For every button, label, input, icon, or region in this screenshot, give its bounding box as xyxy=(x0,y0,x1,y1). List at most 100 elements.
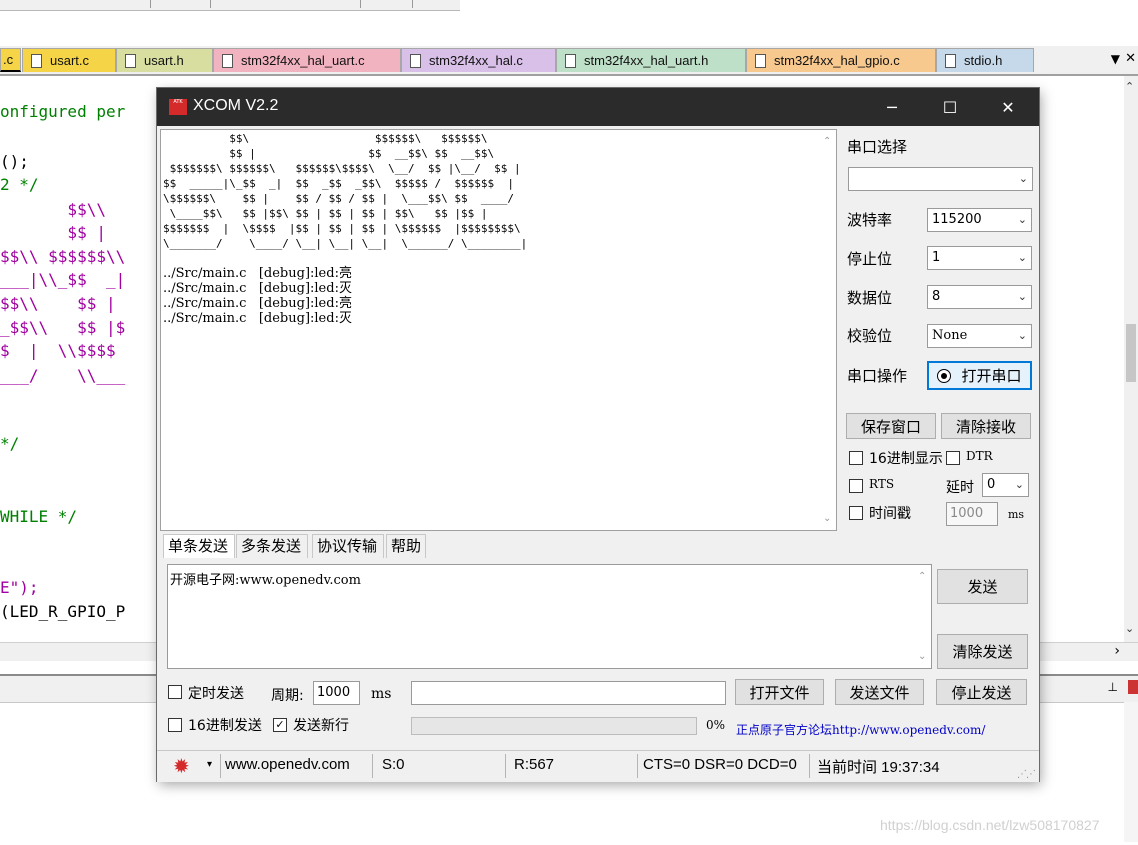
port-select[interactable]: ⌄ xyxy=(848,167,1033,191)
ide-tab[interactable]: stm32f4xx_hal_gpio.c xyxy=(746,48,936,72)
code-line: _$$\\ $$ |$ xyxy=(0,318,126,337)
timed-send-checkbox[interactable]: ✓ xyxy=(168,685,182,699)
scroll-up-arrow-icon[interactable]: ⌃ xyxy=(918,571,926,582)
baud-rate-label: 波特率 xyxy=(847,211,893,229)
resize-grip-icon[interactable]: ⋰⋰ xyxy=(1017,769,1036,780)
clear-receive-button[interactable]: 清除接收 xyxy=(941,413,1031,439)
ide-tab[interactable]: .c xyxy=(0,48,21,72)
send-button[interactable]: 发送 xyxy=(937,569,1028,604)
file-icon xyxy=(565,53,576,68)
timestamp-label: 时间戳 xyxy=(869,506,911,522)
parity-label: 校验位 xyxy=(847,327,893,345)
radio-indicator-icon xyxy=(937,368,952,383)
ide-tab[interactable]: stm32f4xx_hal.c xyxy=(401,48,556,72)
timestamp-checkbox[interactable]: ✓ xyxy=(849,506,863,520)
file-icon xyxy=(755,53,766,68)
scroll-right-arrow-icon[interactable]: › xyxy=(1114,643,1120,659)
hex-display-checkbox[interactable]: ✓ xyxy=(849,451,863,465)
code-line: ___|\\_$$ _| xyxy=(0,270,126,289)
close-icon[interactable] xyxy=(1128,680,1138,694)
ascii-art-line: $$ _____|\_$$ _| $$ _$$ _$$\ $$$$$ / $$$… xyxy=(163,177,514,190)
scroll-up-arrow-icon[interactable]: ⌃ xyxy=(1125,80,1134,93)
chevron-down-icon: ⌄ xyxy=(1014,478,1024,491)
ide-tab[interactable]: usart.h xyxy=(116,48,213,72)
hex-display-label: 16进制显示 xyxy=(869,451,943,467)
ide-tab[interactable]: usart.c xyxy=(22,48,116,72)
tab-protocol[interactable]: 协议传输 xyxy=(312,534,384,558)
gear-icon[interactable]: ✹ xyxy=(173,754,190,778)
baud-rate-select[interactable]: 115200 ⌄ xyxy=(927,208,1032,232)
scroll-down-arrow-icon[interactable]: ⌄ xyxy=(1125,622,1134,635)
scrollbar-thumb[interactable] xyxy=(1126,324,1136,382)
send-newline-checkbox[interactable]: ✓ xyxy=(273,718,287,732)
forum-link[interactable]: 正点原子官方论坛http://www.openedv.com/ xyxy=(736,721,985,738)
stop-bits-value: 1 xyxy=(932,250,941,265)
code-editor[interactable]: onfigured per (); 2 */ $$\\ $$ | $$\\ $$… xyxy=(0,76,157,642)
tab-single-send[interactable]: 单条发送 xyxy=(163,534,235,558)
tab-multi-send[interactable]: 多条发送 xyxy=(236,534,308,558)
output-panel-scrollbar[interactable] xyxy=(1124,702,1138,842)
delay-select[interactable]: 0 ⌄ xyxy=(982,473,1029,497)
chevron-down-icon[interactable]: ▾ xyxy=(207,759,212,770)
tab-label: 协议传输 xyxy=(317,537,378,555)
tab-label: 单条发送 xyxy=(168,537,229,555)
send-newline-label: 发送新行 xyxy=(293,718,349,734)
open-port-button[interactable]: 打开串口 xyxy=(927,361,1032,390)
window-titlebar[interactable]: ATK XCOM V2.2 ─ ☐ ✕ xyxy=(157,88,1039,126)
ascii-art-line: $$$$$$$\ $$$$$$\ $$$$$$\$$$$\ \__/ $$ |\… xyxy=(163,162,521,175)
period-label: 周期: xyxy=(271,688,304,704)
status-bar: ✹ ▾ www.openedv.com S:0 R:567 CTS=0 DSR=… xyxy=(157,750,1039,782)
stop-send-label: 停止发送 xyxy=(951,683,1012,702)
ide-tab-label: stm32f4xx_hal.c xyxy=(429,53,523,68)
parity-select[interactable]: None ⌄ xyxy=(927,324,1032,348)
scroll-down-arrow-icon[interactable]: ⌄ xyxy=(918,651,926,662)
data-bits-label: 数据位 xyxy=(847,289,893,307)
clear-send-button[interactable]: 清除发送 xyxy=(937,634,1028,669)
code-line: ___/ \\___ xyxy=(0,366,126,385)
open-file-button[interactable]: 打开文件 xyxy=(735,679,824,705)
file-icon xyxy=(125,53,136,68)
hex-send-checkbox[interactable]: ✓ xyxy=(168,718,182,732)
timestamp-interval-input[interactable]: 1000 xyxy=(946,502,998,526)
close-icon[interactable]: ✕ xyxy=(1125,51,1136,66)
code-line: 2 */ xyxy=(0,175,39,194)
ide-tab[interactable]: stdio.h xyxy=(936,48,1034,72)
receive-textarea[interactable]: $$\ $$$$$$\ $$$$$$\ $$ | $$ __$$\ $$ __$… xyxy=(160,129,837,531)
period-unit: ms xyxy=(371,686,392,702)
tab-help[interactable]: 帮助 xyxy=(386,534,426,558)
rts-checkbox[interactable]: ✓ xyxy=(849,479,863,493)
receive-scrollbar[interactable]: ⌃ ⌄ xyxy=(819,130,836,530)
stop-bits-select[interactable]: 1 ⌄ xyxy=(927,246,1032,270)
scroll-up-arrow-icon[interactable]: ⌃ xyxy=(823,136,831,147)
toolbar-separator xyxy=(360,0,361,8)
minimize-button[interactable]: ─ xyxy=(863,88,921,126)
status-signal-lines: CTS=0 DSR=0 DCD=0 xyxy=(643,756,797,773)
pin-icon[interactable]: ⊥ xyxy=(1108,680,1118,694)
dropdown-arrow-icon[interactable]: ▼ xyxy=(1111,52,1120,66)
maximize-button[interactable]: ☐ xyxy=(921,88,979,126)
status-website[interactable]: www.openedv.com xyxy=(225,756,350,773)
editor-vertical-scrollbar[interactable]: ⌃ ⌄ xyxy=(1124,76,1138,642)
save-window-button[interactable]: 保存窗口 xyxy=(846,413,936,439)
send-file-label: 发送文件 xyxy=(849,683,910,702)
baud-rate-value: 115200 xyxy=(932,212,982,227)
stop-send-button[interactable]: 停止发送 xyxy=(936,679,1027,705)
send-file-button[interactable]: 发送文件 xyxy=(835,679,924,705)
send-textarea[interactable]: 开源电子网:www.openedv.com ⌃ ⌄ xyxy=(167,564,932,669)
progress-percent: 0% xyxy=(706,718,726,732)
ide-tab[interactable]: stm32f4xx_hal_uart.h xyxy=(556,48,746,72)
scroll-down-arrow-icon[interactable]: ⌄ xyxy=(823,513,831,524)
period-input[interactable]: 1000 xyxy=(313,681,360,705)
toolbar-separator xyxy=(150,0,151,8)
file-path-input[interactable] xyxy=(411,681,726,705)
dtr-checkbox[interactable]: ✓ xyxy=(946,451,960,465)
period-value: 1000 xyxy=(317,685,351,700)
code-line: (LED_R_GPIO_P xyxy=(0,602,126,621)
dtr-label: DTR xyxy=(966,449,993,463)
ascii-art-line: $$ | $$ __$$\ $$ __$$\ xyxy=(163,147,495,160)
ide-tab[interactable]: stm32f4xx_hal_uart.c xyxy=(213,48,401,72)
maximize-icon: ☐ xyxy=(942,97,958,117)
close-button[interactable]: ✕ xyxy=(979,88,1037,126)
send-scrollbar[interactable]: ⌃ ⌄ xyxy=(914,565,931,668)
data-bits-select[interactable]: 8 ⌄ xyxy=(927,285,1032,309)
